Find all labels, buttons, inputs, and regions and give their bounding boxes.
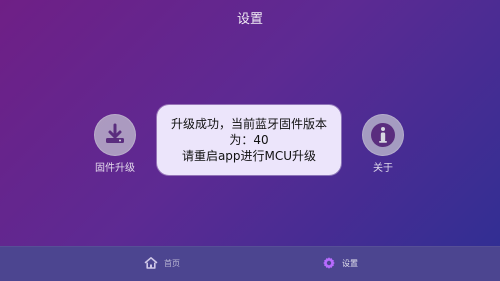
- bottom-navigation: 首页 设置: [0, 246, 500, 281]
- upgrade-success-dialog: 升级成功，当前蓝牙固件版本 为：40 请重启app进行MCU升级: [157, 105, 341, 175]
- download-icon: [94, 114, 136, 156]
- gear-icon: [322, 256, 336, 270]
- info-icon: [362, 114, 404, 156]
- nav-label-settings: 设置: [342, 258, 358, 268]
- firmware-upgrade-label: 固件升级: [95, 163, 135, 174]
- dialog-message-line-2: 为：40: [229, 133, 269, 147]
- nav-label-home: 首页: [164, 258, 180, 268]
- home-icon: [144, 256, 158, 270]
- dialog-message-line-1: 升级成功，当前蓝牙固件版本: [170, 117, 327, 131]
- page-title: 设置: [236, 12, 263, 27]
- firmware-upgrade-button[interactable]: 固件升级: [88, 114, 142, 174]
- nav-item-settings[interactable]: 设置: [322, 256, 358, 270]
- nav-item-home[interactable]: 首页: [144, 256, 180, 270]
- about-label: 关于: [373, 163, 393, 174]
- about-button[interactable]: 关于: [356, 114, 410, 174]
- dialog-message-line-3: 请重启app进行MCU升级: [181, 149, 317, 163]
